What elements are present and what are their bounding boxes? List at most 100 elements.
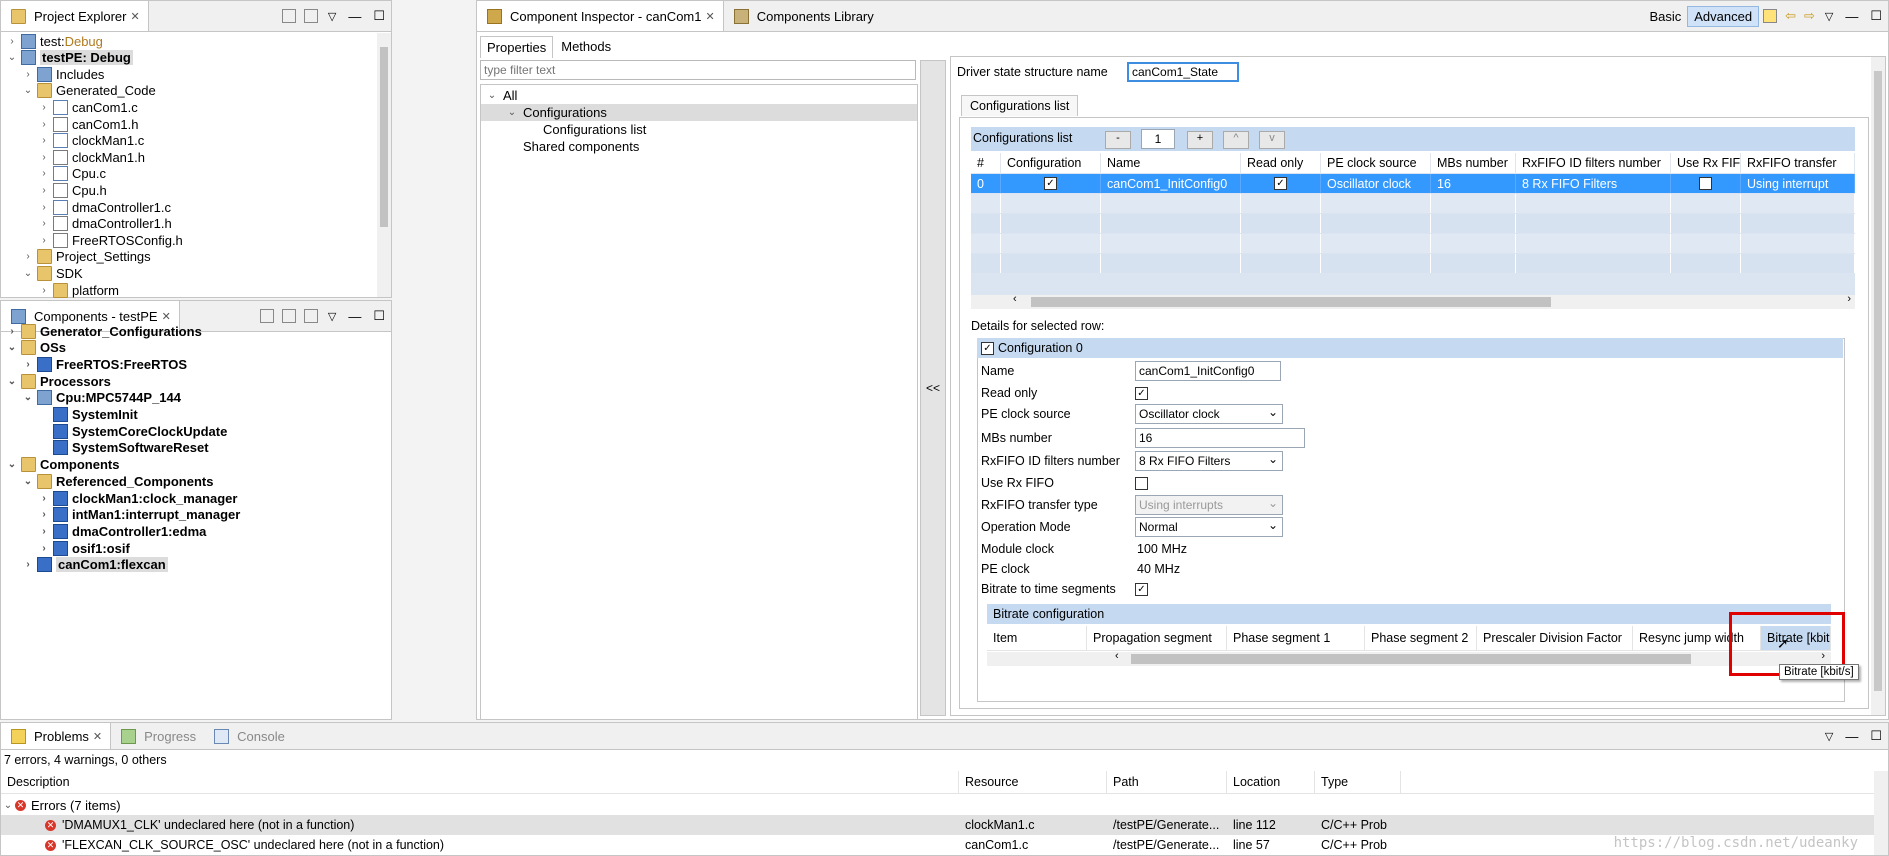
- link-editor-icon[interactable]: [303, 9, 318, 23]
- name-input[interactable]: canCom1_InitConfig0: [1135, 361, 1281, 381]
- tree-item[interactable]: › clockMan1.c: [1, 133, 377, 149]
- problems-column-header[interactable]: Type: [1315, 771, 1401, 793]
- expand-toggle-icon[interactable]: ⌄: [5, 459, 19, 470]
- expand-toggle-icon[interactable]: ⌄: [505, 107, 519, 118]
- tree-item[interactable]: ⌄ testPE: Debug: [1, 50, 377, 66]
- properties-icon[interactable]: [303, 309, 318, 323]
- grid-cell[interactable]: 0: [971, 174, 1001, 193]
- read-only-checkbox[interactable]: ✓: [1135, 387, 1148, 400]
- expand-toggle-icon[interactable]: ›: [37, 493, 51, 504]
- grid-column-header[interactable]: RxFIFO ID filters number: [1516, 153, 1671, 173]
- grid-cell[interactable]: [1671, 174, 1741, 193]
- bitrate-column-header[interactable]: Phase segment 1: [1227, 626, 1365, 650]
- expand-toggle-icon[interactable]: ›: [37, 202, 51, 213]
- expand-toggle-icon[interactable]: ›: [21, 251, 35, 262]
- close-icon[interactable]: ✕: [162, 310, 171, 323]
- grid-column-header[interactable]: PE clock source: [1321, 153, 1431, 173]
- maximize-icon[interactable]: ☐: [1870, 8, 1882, 24]
- tree-item[interactable]: › canCom1.h: [1, 116, 377, 132]
- problems-column-header[interactable]: Path: [1107, 771, 1227, 793]
- close-icon[interactable]: ✕: [130, 10, 139, 23]
- tab-methods[interactable]: Methods: [553, 36, 619, 58]
- grid-cell[interactable]: Using interrupt: [1741, 174, 1855, 193]
- expand-toggle-icon[interactable]: ⌄: [1, 800, 15, 811]
- tab-properties[interactable]: Properties: [480, 36, 554, 58]
- tree-item[interactable]: › osif1:osif: [1, 540, 391, 556]
- tree-item[interactable]: › Project_Settings: [1, 249, 377, 265]
- expand-toggle-icon[interactable]: ›: [37, 135, 51, 146]
- problem-row[interactable]: ✕ 'DMAMUX1_CLK' undeclared here (not in a…: [1, 815, 1888, 835]
- view-menu-icon[interactable]: ▽: [1825, 730, 1833, 743]
- inspector-tree-item[interactable]: ⌄ All: [481, 87, 917, 104]
- collapse-all-icon[interactable]: [281, 9, 296, 23]
- expand-toggle-icon[interactable]: ⌄: [21, 85, 35, 96]
- expand-toggle-icon[interactable]: ⌄: [21, 476, 35, 487]
- tree-item[interactable]: SystemInit: [1, 407, 391, 423]
- tree-item[interactable]: › clockMan1.h: [1, 149, 377, 165]
- tree-item[interactable]: › intMan1:interrupt_manager: [1, 507, 391, 523]
- expand-toggle-icon[interactable]: ›: [37, 152, 51, 163]
- table-row[interactable]: 0 ✓ canCom1_InitConfig0 ✓ Oscillator clock 16…: [971, 174, 1855, 193]
- minimize-icon[interactable]: —: [1845, 9, 1858, 24]
- tree-item[interactable]: SystemCoreClockUpdate: [1, 423, 391, 439]
- config-grid-scrollbar[interactable]: ‹ ›: [971, 293, 1855, 309]
- advanced-mode-button[interactable]: Advanced: [1687, 5, 1760, 27]
- tree-item[interactable]: › dmaController1.h: [1, 216, 377, 232]
- tree-item[interactable]: ⌄ OSs: [1, 340, 391, 356]
- inspector-tree-item[interactable]: ⌄ Configurations: [481, 104, 917, 121]
- problems-column-header[interactable]: Resource: [959, 771, 1107, 793]
- expand-toggle-icon[interactable]: ›: [37, 526, 51, 537]
- inspector-tree-item[interactable]: Configurations list: [481, 121, 917, 138]
- tree-item[interactable]: ⌄ Referenced_Components: [1, 473, 391, 489]
- config-count-input[interactable]: 1: [1141, 129, 1175, 149]
- minimize-icon[interactable]: —: [1845, 729, 1858, 744]
- grid-column-header[interactable]: Use Rx FIFO: [1671, 153, 1741, 173]
- mbs-number-input[interactable]: 16: [1135, 428, 1305, 448]
- bitrate-column-header[interactable]: Phase segment 2: [1365, 626, 1477, 650]
- grid-column-header[interactable]: MBs number: [1431, 153, 1516, 173]
- grid-checkbox[interactable]: ✓: [1274, 177, 1287, 190]
- tree-item[interactable]: › dmaController1.c: [1, 199, 377, 215]
- expand-toggle-icon[interactable]: ⌄: [5, 342, 19, 353]
- bitrate-column-header[interactable]: Item: [987, 626, 1087, 650]
- grid-column-header[interactable]: Read only: [1241, 153, 1321, 173]
- expand-toggle-icon[interactable]: ›: [21, 559, 35, 570]
- expand-toggle-icon[interactable]: ›: [5, 36, 19, 47]
- tab-components-library[interactable]: Components Library: [724, 1, 882, 31]
- expand-toggle-icon[interactable]: ›: [37, 102, 51, 113]
- grid-column-header[interactable]: Configuration: [1001, 153, 1101, 173]
- operation-mode-select[interactable]: Normal: [1135, 517, 1283, 537]
- tab-progress[interactable]: Progress: [111, 723, 204, 749]
- view-menu-icon[interactable]: ▽: [328, 310, 336, 323]
- tree-item[interactable]: ⌄ Processors: [1, 373, 391, 389]
- maximize-icon[interactable]: ☐: [373, 308, 385, 324]
- errors-group[interactable]: ⌄ ✕ Errors (7 items): [1, 795, 1888, 815]
- tree-item[interactable]: › Includes: [1, 66, 377, 82]
- new-icon[interactable]: [1763, 9, 1778, 23]
- bitrate-column-header[interactable]: Prescaler Division Factor: [1477, 626, 1633, 650]
- tree-item[interactable]: › FreeRTOS:FreeRTOS: [1, 356, 391, 372]
- tab-project-explorer[interactable]: Project Explorer ✕: [1, 1, 149, 31]
- tree-item[interactable]: ⌄ Cpu:MPC5744P_144: [1, 390, 391, 406]
- scroll-right-icon[interactable]: ›: [1847, 293, 1851, 305]
- move-down-button[interactable]: v: [1259, 131, 1285, 149]
- configurations-list-tab[interactable]: Configurations list: [961, 95, 1079, 116]
- tree-item[interactable]: › Generator_Configurations: [1, 323, 391, 339]
- view-menu-icon[interactable]: ▽: [1825, 10, 1833, 23]
- tree-item[interactable]: ⌄ SDK: [1, 265, 377, 281]
- scroll-left-icon[interactable]: ‹: [1115, 650, 1119, 662]
- collapse-sash[interactable]: <<: [920, 60, 946, 716]
- forward-icon[interactable]: ⇨: [1804, 8, 1815, 24]
- expand-toggle-icon[interactable]: ⌄: [5, 376, 19, 387]
- tree-item[interactable]: › canCom1.c: [1, 99, 377, 115]
- expand-toggle-icon[interactable]: ›: [37, 185, 51, 196]
- grid-cell[interactable]: canCom1_InitConfig0: [1101, 174, 1241, 193]
- remove-config-button[interactable]: -: [1105, 131, 1131, 149]
- tree-item[interactable]: › clockMan1:clock_manager: [1, 490, 391, 506]
- collapse-all-icon[interactable]: [259, 309, 274, 323]
- grid-cell[interactable]: ✓: [1001, 174, 1101, 193]
- tree-item[interactable]: › Cpu.h: [1, 182, 377, 198]
- add-config-button[interactable]: +: [1187, 131, 1213, 149]
- view-menu-icon[interactable]: ▽: [328, 10, 336, 23]
- tree-item[interactable]: › FreeRTOSConfig.h: [1, 232, 377, 248]
